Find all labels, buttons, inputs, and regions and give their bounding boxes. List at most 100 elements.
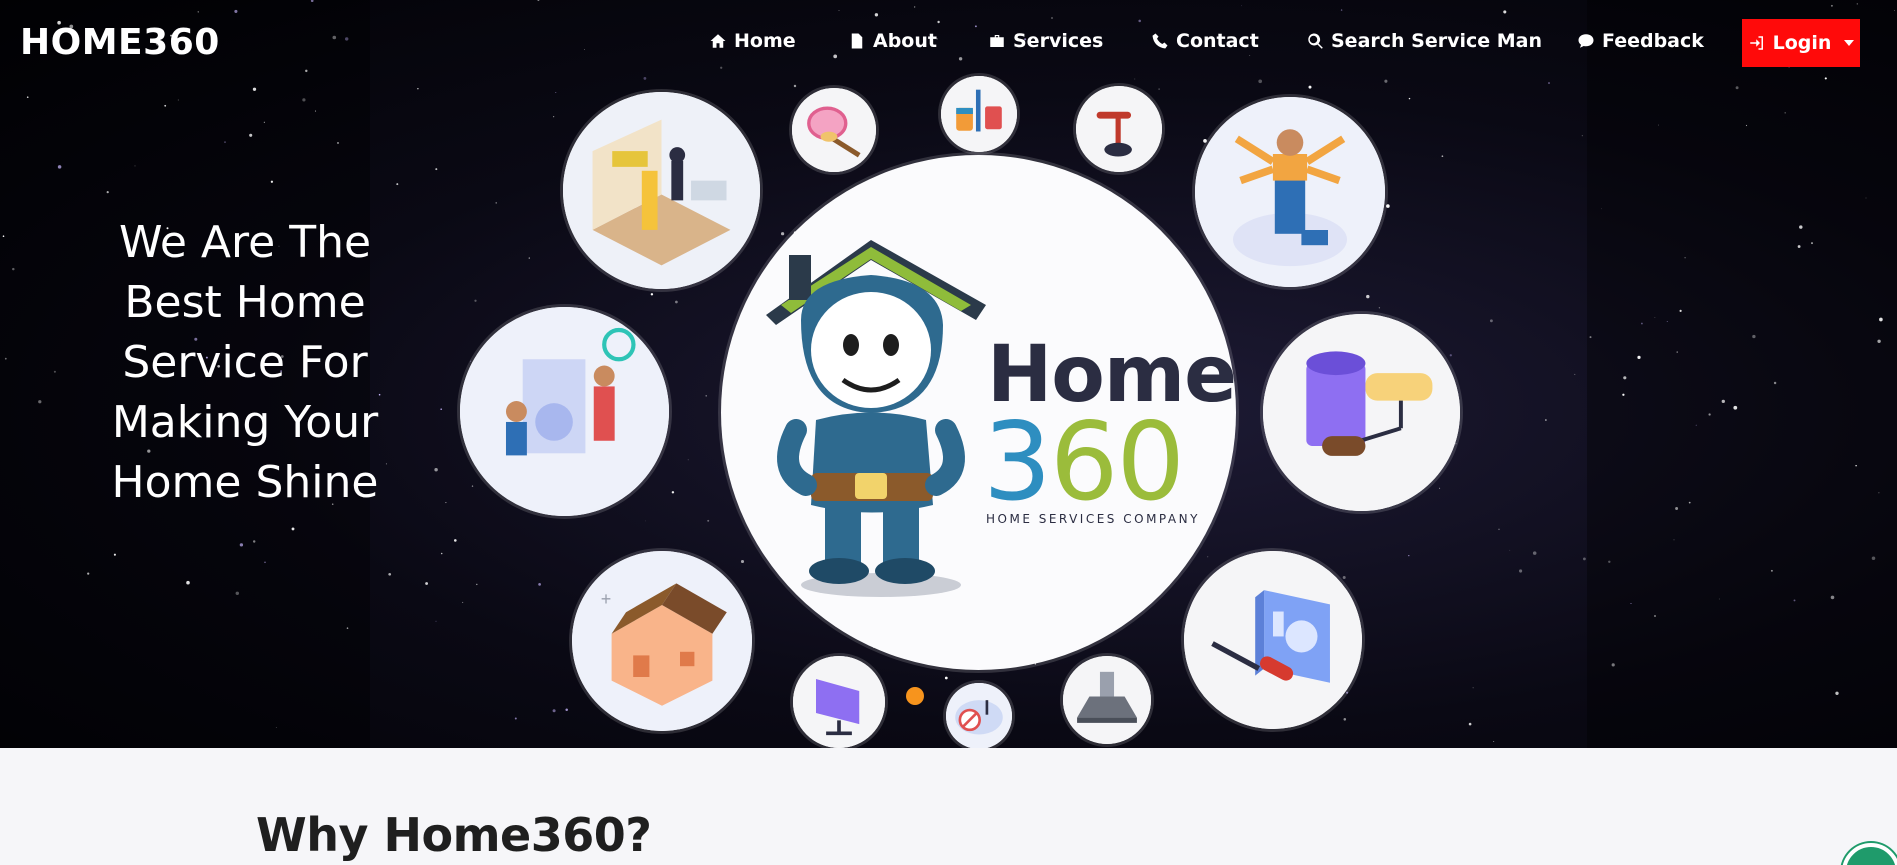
star [1545, 419, 1547, 421]
nav-contact[interactable]: Contact [1151, 30, 1259, 52]
nav-search-label: Search Service Man [1331, 30, 1543, 52]
hero-tagline: We Are The Best Home Service For Making … [90, 213, 400, 513]
star [417, 87, 419, 90]
star [1871, 556, 1876, 560]
svg-text:+: + [601, 589, 612, 609]
home-icon [710, 34, 726, 48]
star [538, 583, 541, 586]
hero-banner: We Are The Best Home Service For Making … [0, 0, 1897, 748]
star [87, 572, 90, 575]
appliance-repair-illustration [460, 307, 669, 516]
star [1745, 124, 1748, 127]
star [134, 165, 136, 167]
tagline-line: Making Your [111, 397, 379, 448]
nav-home[interactable]: Home [709, 30, 796, 52]
star [270, 180, 274, 183]
star [1784, 112, 1786, 114]
star [1640, 322, 1643, 325]
star [1589, 336, 1592, 339]
star [552, 709, 556, 713]
star [1770, 569, 1773, 572]
nav-services[interactable]: Services [988, 30, 1103, 52]
star [1654, 317, 1656, 319]
star [2, 235, 5, 237]
chat-widget-button[interactable] [1842, 843, 1897, 865]
star [1695, 424, 1697, 426]
star [453, 539, 457, 542]
section-title-why-home360: Why Home360? [256, 808, 652, 862]
star [705, 395, 707, 397]
star [1207, 556, 1209, 558]
star [1386, 204, 1390, 208]
star [388, 572, 392, 576]
ac-repair-illustration [563, 92, 760, 289]
star [1879, 317, 1883, 322]
star [164, 104, 167, 107]
plunger-icon [1076, 86, 1162, 172]
nav-search-service-man[interactable]: Search Service Man [1306, 30, 1542, 52]
star [1855, 465, 1857, 467]
star [1608, 560, 1611, 564]
star [528, 257, 530, 259]
star [474, 299, 477, 302]
paint-roller-illustration [1263, 314, 1460, 511]
star [1835, 691, 1839, 695]
star [476, 583, 478, 586]
star [396, 183, 399, 186]
star [1611, 663, 1615, 667]
star [553, 116, 555, 118]
star [1489, 319, 1493, 323]
star [1688, 501, 1691, 504]
nav-feedback[interactable]: Feedback [1577, 30, 1704, 52]
star [1455, 443, 1457, 445]
star [675, 300, 678, 304]
tagline-line: Service For [122, 337, 368, 388]
star [1679, 309, 1682, 312]
star [1865, 197, 1867, 199]
star [1346, 691, 1349, 694]
star [1493, 741, 1495, 742]
login-dropdown-button[interactable]: Login [1742, 19, 1860, 67]
star [252, 540, 256, 543]
star [495, 202, 497, 204]
star [1583, 557, 1586, 561]
star [239, 543, 244, 547]
star [1733, 405, 1738, 410]
star [263, 121, 265, 123]
star [435, 620, 437, 622]
star [1574, 373, 1576, 375]
carousel-indicator-active[interactable] [906, 687, 924, 705]
star [1793, 599, 1796, 602]
star [1666, 321, 1668, 323]
star [1498, 528, 1500, 531]
star [1600, 208, 1602, 210]
star [471, 485, 474, 487]
star [469, 360, 471, 362]
star [462, 601, 464, 603]
phone-icon [1152, 33, 1168, 49]
star [1509, 549, 1511, 551]
star [249, 133, 253, 137]
star [186, 580, 190, 585]
star [434, 467, 438, 472]
star [38, 400, 42, 404]
star [944, 676, 948, 680]
star [1343, 718, 1347, 721]
star [1439, 487, 1441, 489]
star [106, 191, 109, 194]
star [1378, 307, 1381, 309]
logo-subtitle: HOME SERVICES COMPANY [986, 512, 1200, 526]
nav-about[interactable]: About [848, 30, 937, 52]
chevron-down-icon [1844, 40, 1855, 46]
star [1799, 225, 1803, 229]
nav-home-label: Home [734, 30, 796, 52]
star [1773, 381, 1777, 385]
star [224, 141, 226, 143]
star [291, 527, 295, 531]
star [1658, 124, 1659, 126]
brand-logo-text[interactable]: HOME360 [20, 22, 220, 63]
tagline-line: We Are The [118, 217, 372, 268]
star [1637, 355, 1641, 360]
briefcase-icon [990, 35, 1004, 47]
star [1675, 507, 1679, 510]
